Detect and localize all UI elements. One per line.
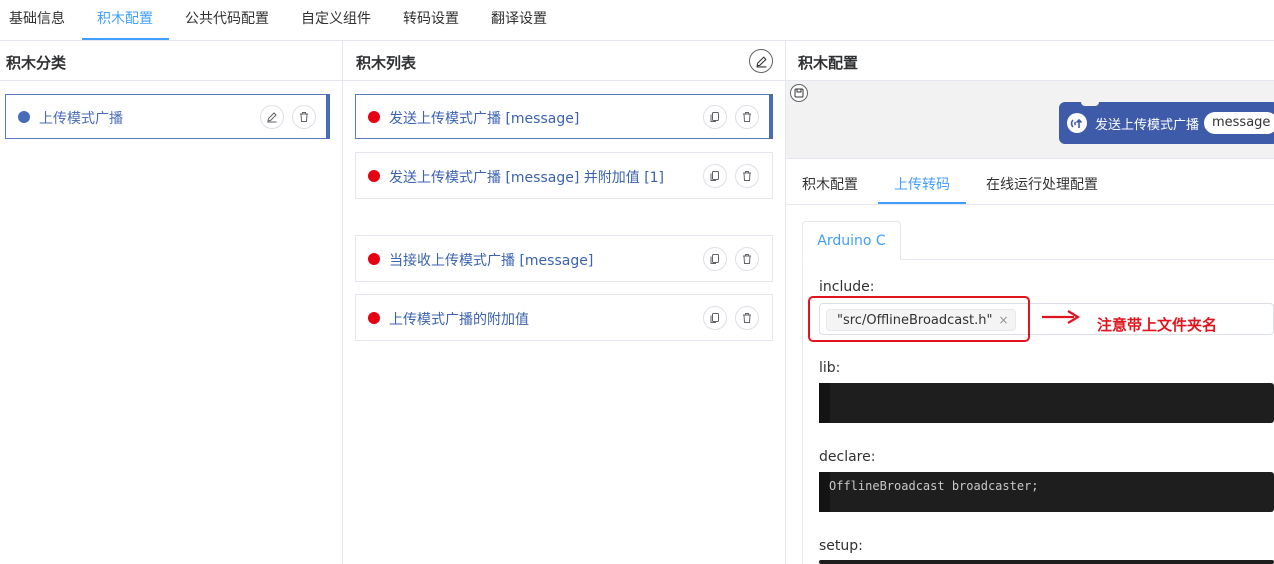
selected-accent bbox=[769, 94, 773, 139]
block-label: 上传模式广播的附加值 bbox=[389, 312, 529, 328]
tab-custom-components[interactable]: 自定义组件 bbox=[301, 0, 371, 41]
trash-icon bbox=[743, 313, 751, 323]
block-list-item[interactable]: 发送上传模式广播 [message] bbox=[355, 94, 773, 139]
annotation-arrow-icon bbox=[1042, 310, 1081, 324]
block-label: 当接收上传模式广播 [message] bbox=[389, 253, 594, 269]
copy-block-button[interactable] bbox=[703, 164, 727, 188]
block-list-header: 积木列表 bbox=[343, 41, 785, 81]
block-dot bbox=[368, 312, 380, 324]
block-dot bbox=[368, 111, 380, 123]
include-label: include: bbox=[819, 279, 875, 295]
tab-block-settings[interactable]: 积木配置 bbox=[802, 174, 858, 194]
category-item[interactable]: 上传模式广播 bbox=[5, 94, 330, 139]
delete-block-button[interactable] bbox=[735, 105, 759, 129]
delete-category-button[interactable] bbox=[292, 105, 316, 129]
trash-icon bbox=[743, 112, 751, 122]
edit-icon bbox=[755, 55, 767, 67]
tab-translate-settings[interactable]: 翻译设置 bbox=[491, 0, 547, 41]
copy-icon bbox=[710, 112, 719, 122]
edit-block-list-button[interactable] bbox=[749, 49, 773, 73]
setup-label: setup: bbox=[819, 538, 863, 554]
declare-code-text: OfflineBroadcast broadcaster; bbox=[829, 479, 1039, 493]
annotation-highlight-box bbox=[808, 296, 1030, 342]
active-tab-indicator bbox=[82, 38, 169, 40]
trash-icon bbox=[743, 254, 751, 264]
lib-label: lib: bbox=[819, 360, 841, 376]
block-dot bbox=[368, 253, 380, 265]
block-list-item[interactable]: 发送上传模式广播 [message] 并附加值 [1] bbox=[355, 152, 773, 199]
category-header: 积木分类 bbox=[0, 41, 342, 81]
block-preview: 发送上传模式广播 message bbox=[1059, 101, 1274, 144]
tab-online-run-config[interactable]: 在线运行处理配置 bbox=[986, 174, 1098, 194]
tab-upload-transcode[interactable]: 上传转码 bbox=[894, 174, 950, 194]
block-preview-label: 发送上传模式广播 bbox=[1095, 118, 1200, 133]
edit-icon bbox=[267, 112, 277, 123]
copy-block-button[interactable] bbox=[703, 105, 727, 129]
lib-code-editor[interactable] bbox=[819, 383, 1274, 423]
block-config-title: 积木配置 bbox=[798, 54, 859, 72]
block-list-item[interactable]: 上传模式广播的附加值 bbox=[355, 294, 773, 341]
tab-common-code[interactable]: 公共代码配置 bbox=[185, 0, 269, 41]
selected-accent bbox=[326, 94, 330, 139]
declare-code-editor[interactable]: OfflineBroadcast broadcaster; bbox=[819, 472, 1274, 512]
copy-icon bbox=[710, 171, 719, 181]
save-button[interactable] bbox=[790, 84, 808, 102]
config-sub-tabs: 积木配置 上传转码 在线运行处理配置 bbox=[786, 160, 1274, 205]
trash-icon bbox=[743, 171, 751, 181]
block-list-title: 积木列表 bbox=[356, 54, 417, 72]
trash-icon bbox=[300, 112, 308, 122]
top-tab-bar: 基础信息 积木配置 公共代码配置 自定义组件 转码设置 翻译设置 bbox=[0, 0, 1274, 41]
copy-block-button[interactable] bbox=[703, 306, 727, 330]
delete-block-button[interactable] bbox=[735, 306, 759, 330]
copy-icon bbox=[710, 254, 719, 264]
block-preview-param[interactable]: message bbox=[1204, 112, 1274, 134]
save-icon bbox=[794, 88, 804, 98]
tab-block-config[interactable]: 积木配置 bbox=[97, 0, 153, 41]
block-notch bbox=[1081, 101, 1099, 106]
category-dot bbox=[18, 111, 30, 123]
edit-category-button[interactable] bbox=[260, 105, 284, 129]
tab-transcode-settings[interactable]: 转码设置 bbox=[403, 0, 459, 41]
block-label: 发送上传模式广播 [message] bbox=[389, 111, 580, 127]
delete-block-button[interactable] bbox=[735, 164, 759, 188]
block-config-header: 积木配置 bbox=[786, 41, 1274, 81]
copy-icon bbox=[710, 313, 719, 323]
category-title: 积木分类 bbox=[6, 54, 67, 72]
annotation-text: 注意带上文件夹名 bbox=[1097, 316, 1218, 334]
broadcast-icon bbox=[1067, 113, 1087, 133]
category-label: 上传模式广播 bbox=[39, 111, 123, 127]
column-divider bbox=[342, 41, 343, 564]
block-label: 发送上传模式广播 [message] 并附加值 [1] bbox=[389, 170, 665, 186]
tab-arduino-c[interactable]: Arduino C bbox=[802, 221, 901, 260]
setup-code-editor[interactable] bbox=[819, 560, 1274, 564]
code-gutter bbox=[819, 383, 830, 423]
block-dot bbox=[368, 170, 380, 182]
declare-label: declare: bbox=[819, 449, 876, 465]
active-sub-tab-indicator bbox=[878, 202, 966, 204]
copy-block-button[interactable] bbox=[703, 247, 727, 271]
code-panel-border bbox=[802, 260, 803, 564]
delete-block-button[interactable] bbox=[735, 247, 759, 271]
tab-basic-info[interactable]: 基础信息 bbox=[9, 0, 65, 41]
block-list-item[interactable]: 当接收上传模式广播 [message] bbox=[355, 235, 773, 282]
